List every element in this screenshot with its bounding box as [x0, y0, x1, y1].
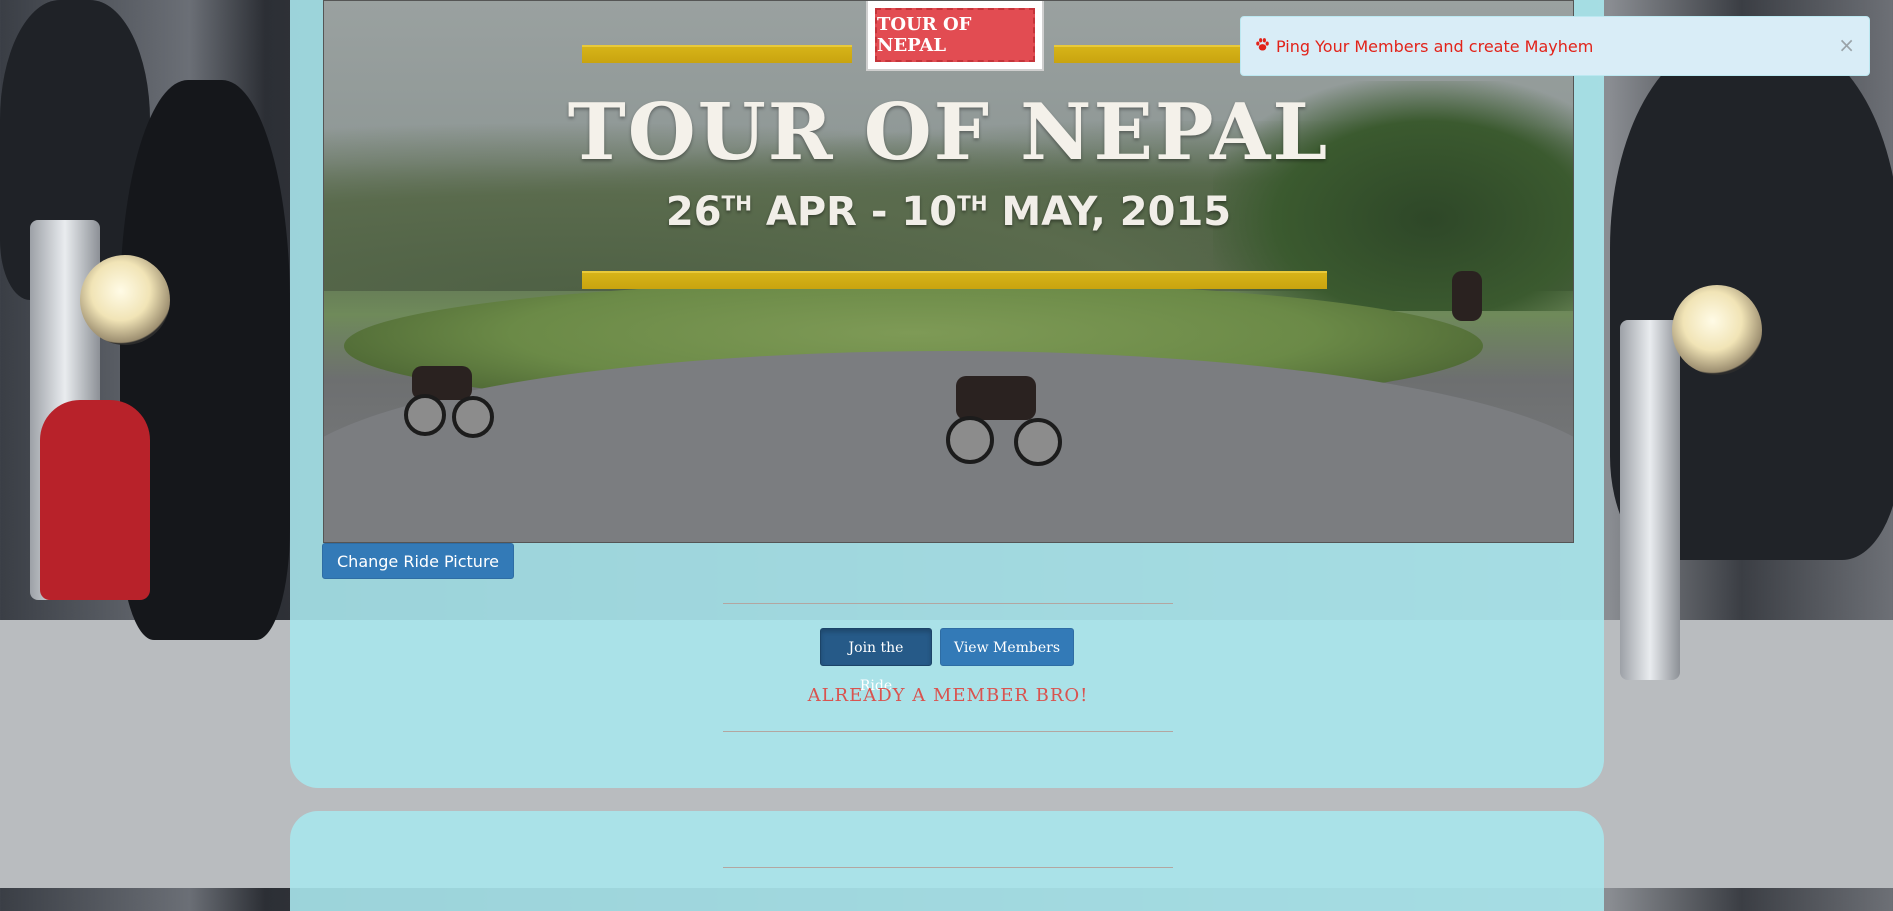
view-members-button[interactable]: View Members — [940, 628, 1074, 666]
divider-bottom — [723, 731, 1173, 732]
tour-stamp-logo: TOUR OF NEPAL — [868, 1, 1042, 69]
background-fender-left — [40, 400, 150, 600]
date-middle: APR - 10 — [751, 189, 958, 235]
member-status-text: ALREADY A MEMBER BRO! — [807, 685, 1089, 706]
date-suffix-end: TH — [957, 191, 988, 216]
ride-picture: TOUR OF NEPAL TOUR OF NEPAL 26TH APR - 1… — [323, 0, 1574, 543]
background-headlight-right — [1672, 285, 1762, 375]
background-headlight-left — [80, 255, 170, 345]
next-panel — [290, 811, 1604, 911]
date-suffix-start: TH — [721, 191, 752, 216]
date-end: MAY, 2015 — [987, 189, 1232, 235]
divider-next-panel — [723, 867, 1173, 868]
date-day-start: 26 — [665, 189, 722, 235]
notification-toast: Ping Your Members and create Mayhem × — [1240, 16, 1870, 76]
background-fork-right — [1620, 320, 1680, 680]
hero-band-bottom — [582, 271, 1327, 289]
join-ride-button[interactable]: Join the Ride — [820, 628, 932, 694]
hero-band-left — [582, 45, 852, 63]
close-icon[interactable]: × — [1838, 33, 1855, 57]
hero-title: TOUR OF NEPAL — [567, 87, 1330, 178]
divider-top — [723, 603, 1173, 604]
stamp-text: TOUR OF NEPAL — [875, 8, 1035, 62]
paw-icon — [1255, 37, 1270, 56]
hero-dates: 26TH APR - 10TH MAY, 2015 — [324, 189, 1573, 235]
change-ride-picture-button[interactable]: Change Ride Picture — [322, 543, 515, 579]
notification-message: Ping Your Members and create Mayhem — [1276, 36, 1594, 56]
